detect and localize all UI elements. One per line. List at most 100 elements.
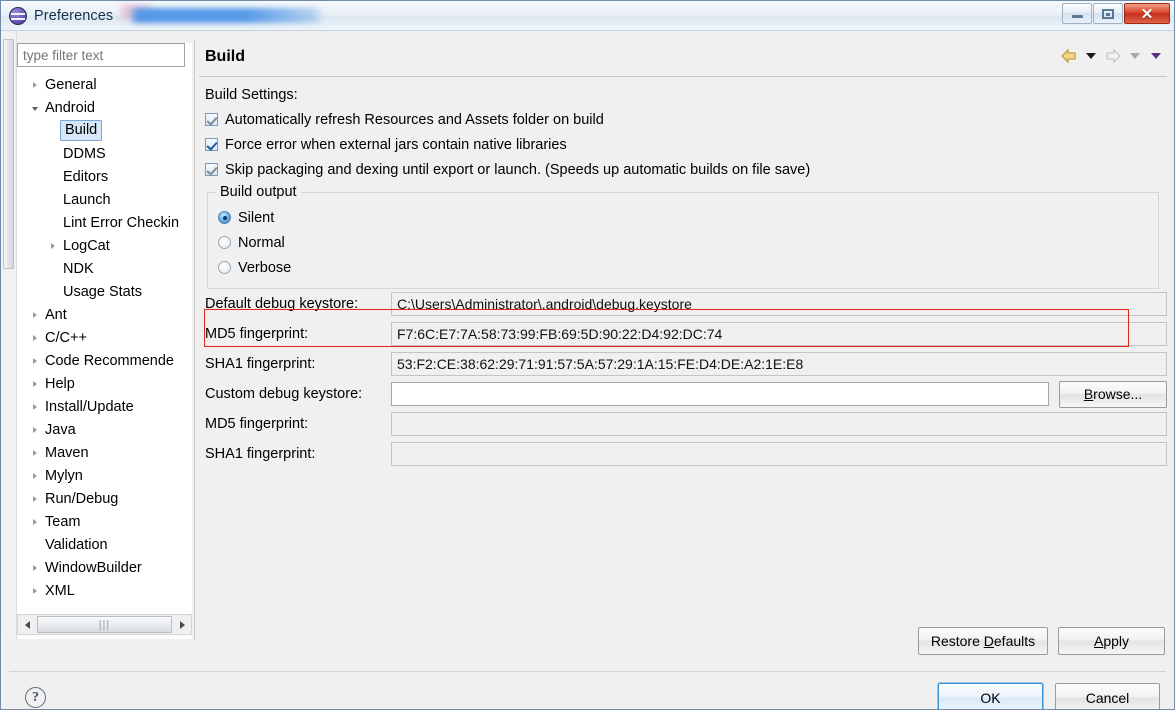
sidebar-item-android[interactable]: Android	[17, 96, 192, 119]
twisty-collapsed-icon[interactable]	[27, 564, 43, 571]
radio-label: Silent	[238, 209, 275, 226]
sidebar-item-label: Code Recommende	[45, 352, 174, 369]
preferences-tree[interactable]: General Android Build DDMS Editors Launch Lint…	[17, 73, 192, 613]
sidebar-item-c-c[interactable]: C/C++	[17, 326, 192, 349]
twisty-collapsed-icon[interactable]	[27, 311, 43, 318]
minimize-button[interactable]	[1062, 3, 1092, 24]
outer-vertical-scrollbar[interactable]	[1, 31, 17, 639]
window-controls: ✕	[1061, 3, 1170, 24]
checkbox-icon[interactable]	[205, 138, 218, 151]
sidebar-item-general[interactable]: General	[17, 73, 192, 96]
sidebar-item-java[interactable]: Java	[17, 418, 192, 441]
page-action-buttons: Restore Defaults Apply	[918, 627, 1165, 655]
sidebar-item-label: Maven	[45, 444, 89, 461]
sidebar-item-usage-stats[interactable]: Usage Stats	[17, 280, 192, 303]
close-icon: ✕	[1140, 5, 1154, 23]
field-label: SHA1 fingerprint:	[205, 446, 316, 462]
sidebar-item-label: C/C++	[45, 329, 87, 346]
build-setting-checkbox-row[interactable]: Force error when external jars contain n…	[199, 132, 1167, 157]
sidebar-item-code-recommende[interactable]: Code Recommende	[17, 349, 192, 372]
filter-input[interactable]	[17, 43, 185, 67]
twisty-collapsed-icon[interactable]	[27, 81, 43, 88]
restore-defaults-button[interactable]: Restore Defaults	[918, 627, 1048, 655]
sidebar-item-build[interactable]: Build	[17, 119, 192, 142]
twisty-collapsed-icon[interactable]	[27, 426, 43, 433]
sidebar-item-label: NDK	[63, 260, 94, 277]
back-dropdown-icon[interactable]	[1086, 53, 1096, 59]
restore-button[interactable]	[1093, 3, 1123, 24]
tree-horizontal-scrollbar[interactable]: |||	[17, 614, 192, 635]
dialog-buttons: OK Cancel	[937, 682, 1160, 709]
sidebar-item-help[interactable]: Help	[17, 372, 192, 395]
hscroll-thumb[interactable]: |||	[37, 616, 172, 633]
checkbox-icon[interactable]	[205, 113, 218, 126]
twisty-collapsed-icon[interactable]	[27, 334, 43, 341]
twisty-collapsed-icon[interactable]	[27, 587, 43, 594]
field-value[interactable]: F7:6C:E7:7A:58:73:99:FB:69:5D:90:22:D4:9…	[391, 322, 1167, 346]
custom-fingerprint-row: SHA1 fingerprint:	[199, 439, 1167, 469]
close-button[interactable]: ✕	[1124, 3, 1170, 24]
sidebar-item-install-update[interactable]: Install/Update	[17, 395, 192, 418]
twisty-collapsed-icon[interactable]	[27, 518, 43, 525]
sidebar-item-ant[interactable]: Ant	[17, 303, 192, 326]
radio-icon[interactable]	[218, 236, 231, 249]
build-output-radio-row[interactable]: Silent	[218, 205, 1148, 230]
help-icon[interactable]: ?	[25, 687, 46, 708]
scroll-right-arrow[interactable]	[173, 615, 191, 634]
view-menu-dropdown-icon[interactable]	[1151, 53, 1161, 59]
sidebar-item-ddms[interactable]: DDMS	[17, 142, 192, 165]
twisty-collapsed-icon[interactable]	[27, 357, 43, 364]
sidebar-item-team[interactable]: Team	[17, 510, 192, 533]
field-label: SHA1 fingerprint:	[205, 356, 316, 372]
dialog-body: General Android Build DDMS Editors Launch Lint…	[1, 31, 1174, 709]
twisty-collapsed-icon[interactable]	[27, 495, 43, 502]
field-value[interactable]: 53:F2:CE:38:62:29:71:91:57:5A:57:29:1A:1…	[391, 352, 1167, 376]
back-arrow-icon[interactable]	[1059, 46, 1079, 66]
sidebar-item-validation[interactable]: Validation	[17, 533, 192, 556]
sidebar-item-windowbuilder[interactable]: WindowBuilder	[17, 556, 192, 579]
twisty-collapsed-icon[interactable]	[27, 449, 43, 456]
apply-button[interactable]: Apply	[1058, 627, 1165, 655]
browse-button[interactable]: Browse...	[1059, 380, 1167, 408]
build-output-radio-row[interactable]: Normal	[218, 230, 1148, 255]
radio-icon[interactable]	[218, 211, 231, 224]
sidebar-item-logcat[interactable]: LogCat	[17, 234, 192, 257]
scrollbar-thumb[interactable]	[3, 39, 14, 269]
custom-keystore-input[interactable]	[391, 382, 1049, 406]
twisty-expanded-icon[interactable]	[27, 105, 43, 111]
build-output-legend: Build output	[216, 184, 301, 200]
scroll-left-arrow[interactable]	[18, 615, 36, 634]
sidebar-item-run-debug[interactable]: Run/Debug	[17, 487, 192, 510]
twisty-collapsed-icon[interactable]	[45, 242, 61, 249]
title-bar: Preferences ✕	[1, 1, 1174, 31]
field-value[interactable]	[391, 442, 1167, 466]
twisty-collapsed-icon[interactable]	[27, 472, 43, 479]
eclipse-icon	[9, 6, 27, 25]
cancel-button[interactable]: Cancel	[1055, 683, 1160, 709]
build-setting-checkbox-row[interactable]: Skip packaging and dexing until export o…	[199, 157, 1167, 182]
custom-keystore-fingerprints: MD5 fingerprint: SHA1 fingerprint:	[199, 409, 1167, 469]
build-output-group: Build output Silent Normal Verbose	[207, 184, 1159, 289]
radio-icon[interactable]	[218, 261, 231, 274]
twisty-collapsed-icon[interactable]	[27, 403, 43, 410]
sidebar-item-xml[interactable]: XML	[17, 579, 192, 602]
forward-arrow-icon	[1106, 48, 1121, 64]
field-value[interactable]	[391, 412, 1167, 436]
build-output-radio-row[interactable]: Verbose	[218, 255, 1148, 280]
twisty-collapsed-icon[interactable]	[27, 380, 43, 387]
sidebar-item-label: Team	[45, 513, 81, 530]
page-header: Build	[199, 41, 1167, 77]
sidebar-item-lint-error-checkin[interactable]: Lint Error Checkin	[17, 211, 192, 234]
keystore-field-row: Default debug keystore: C:\Users\Administ…	[199, 289, 1167, 319]
checkbox-icon[interactable]	[205, 163, 218, 176]
sidebar-item-ndk[interactable]: NDK	[17, 257, 192, 280]
build-settings-label: Build Settings:	[205, 87, 298, 103]
sidebar-item-launch[interactable]: Launch	[17, 188, 192, 211]
ok-button[interactable]: OK	[937, 682, 1044, 709]
field-value[interactable]: C:\Users\Administrator\.android\debug.ke…	[391, 292, 1167, 316]
sidebar-item-mylyn[interactable]: Mylyn	[17, 464, 192, 487]
build-setting-checkbox-row[interactable]: Automatically refresh Resources and Asse…	[199, 107, 1167, 132]
sidebar-item-editors[interactable]: Editors	[17, 165, 192, 188]
sidebar-item-maven[interactable]: Maven	[17, 441, 192, 464]
footer-divider	[9, 671, 1166, 672]
